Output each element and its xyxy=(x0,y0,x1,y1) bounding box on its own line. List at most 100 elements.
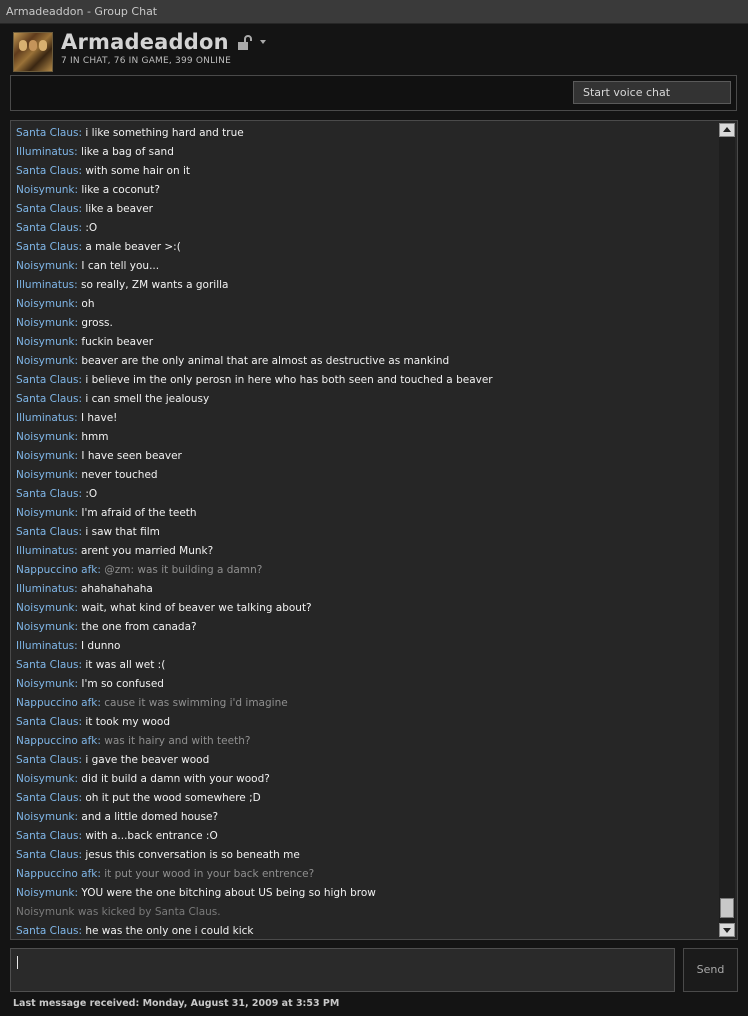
message-sender[interactable]: Santa Claus xyxy=(16,830,78,842)
message-sender[interactable]: Santa Claus xyxy=(16,792,78,804)
scrollbar-thumb[interactable] xyxy=(720,898,734,918)
message-text: was it hairy and with teeth? xyxy=(104,735,251,747)
message-sender[interactable]: Noisymunk xyxy=(16,621,75,633)
message-sender[interactable]: Nappuccino afk xyxy=(16,868,97,880)
scroll-up-arrow-icon[interactable] xyxy=(719,123,735,137)
message-text: hmm xyxy=(81,431,109,443)
chat-message: Noisymunk: wait, what kind of beaver we … xyxy=(16,599,716,618)
message-sender[interactable]: Noisymunk xyxy=(16,678,75,690)
chat-message: Santa Claus: :O xyxy=(16,485,716,504)
message-text: i saw that film xyxy=(85,526,160,538)
message-sender[interactable]: Nappuccino afk xyxy=(16,735,97,747)
chat-message: Noisymunk: I'm so confused xyxy=(16,675,716,694)
message-sender[interactable]: Noisymunk xyxy=(16,773,75,785)
chat-message: Noisymunk: the one from canada? xyxy=(16,618,716,637)
message-text: it took my wood xyxy=(85,716,170,728)
message-text: it put your wood in your back entrence? xyxy=(104,868,315,880)
sender-separator: : xyxy=(74,412,81,424)
message-sender[interactable]: Santa Claus xyxy=(16,393,78,405)
message-sender[interactable]: Santa Claus xyxy=(16,241,78,253)
message-sender[interactable]: Illuminatus xyxy=(16,412,74,424)
chat-message: Santa Claus: a male beaver >:( xyxy=(16,238,716,257)
start-voice-chat-button[interactable]: Start voice chat xyxy=(573,81,731,104)
message-sender[interactable]: Noisymunk xyxy=(16,469,75,481)
chat-message: Santa Claus: i saw that film xyxy=(16,523,716,542)
chat-message: Santa Claus: it took my wood xyxy=(16,713,716,732)
chat-message: Noisymunk: fuckin beaver xyxy=(16,333,716,352)
message-text: I dunno xyxy=(80,640,121,652)
message-text: it was all wet :( xyxy=(85,659,166,671)
message-text: and a little domed house? xyxy=(81,811,219,823)
group-name: Armadeaddon xyxy=(61,30,229,54)
message-text: I have! xyxy=(80,412,118,424)
text-caret xyxy=(17,956,18,969)
message-sender[interactable]: Illuminatus xyxy=(16,279,74,291)
message-sender[interactable]: Santa Claus xyxy=(16,716,78,728)
message-text: jesus this conversation is so beneath me xyxy=(85,849,300,861)
message-text: did it build a damn with your wood? xyxy=(81,773,270,785)
message-sender[interactable]: Noisymunk xyxy=(16,260,75,272)
message-sender[interactable]: Santa Claus xyxy=(16,203,78,215)
chat-header: Armadeaddon 7 IN CHAT, 76 IN GAME, 399 O… xyxy=(0,24,748,76)
send-button[interactable]: Send xyxy=(683,948,738,992)
message-sender[interactable]: Illuminatus xyxy=(16,583,74,595)
chat-message: Nappuccino afk: cause it was swimming i'… xyxy=(16,694,716,713)
message-sender[interactable]: Nappuccino afk xyxy=(16,564,97,576)
chat-scrollbar[interactable] xyxy=(719,123,735,937)
scroll-down-arrow-icon[interactable] xyxy=(719,923,735,937)
message-sender[interactable]: Noisymunk xyxy=(16,602,75,614)
message-input[interactable] xyxy=(10,948,675,992)
message-sender[interactable]: Santa Claus xyxy=(16,374,78,386)
sender-separator: : xyxy=(74,640,81,652)
message-text: with some hair on it xyxy=(85,165,190,177)
chat-message: Santa Claus: i believe im the only peros… xyxy=(16,371,716,390)
message-sender[interactable]: Illuminatus xyxy=(16,545,74,557)
sender-separator: : xyxy=(74,279,81,291)
chat-message: Noisymunk: hmm xyxy=(16,428,716,447)
chat-message: Illuminatus: I dunno xyxy=(16,637,716,656)
message-sender[interactable]: Noisymunk xyxy=(16,811,75,823)
message-sender[interactable]: Noisymunk xyxy=(16,184,75,196)
message-sender[interactable]: Santa Claus xyxy=(16,849,78,861)
message-sender[interactable]: Santa Claus xyxy=(16,127,78,139)
sender-separator: : xyxy=(74,545,81,557)
message-sender[interactable]: Noisymunk xyxy=(16,431,75,443)
message-sender[interactable]: Santa Claus xyxy=(16,659,78,671)
window-titlebar: Armadeaddon - Group Chat xyxy=(0,0,748,24)
chat-message: Santa Claus: he was the only one i could… xyxy=(16,922,716,941)
message-sender[interactable]: Santa Claus xyxy=(16,165,78,177)
message-text: i can smell the jealousy xyxy=(85,393,210,405)
message-text: a male beaver >:( xyxy=(85,241,181,253)
message-text: with a...back entrance :O xyxy=(85,830,218,842)
message-sender[interactable]: Santa Claus xyxy=(16,222,78,234)
message-sender[interactable]: Santa Claus xyxy=(16,925,78,937)
chat-log-panel[interactable]: Santa Claus: i like something hard and t… xyxy=(10,120,738,940)
message-sender[interactable]: Illuminatus xyxy=(16,640,74,652)
message-sender[interactable]: Noisymunk xyxy=(16,355,75,367)
message-text: I can tell you... xyxy=(81,260,160,272)
message-sender[interactable]: Santa Claus xyxy=(16,526,78,538)
chat-message: Nappuccino afk: @zm: was it building a d… xyxy=(16,561,716,580)
group-lock-dropdown[interactable] xyxy=(236,34,270,52)
message-sender[interactable]: Illuminatus xyxy=(16,146,74,158)
message-sender[interactable]: Noisymunk xyxy=(16,507,75,519)
message-sender[interactable]: Noisymunk xyxy=(16,887,75,899)
message-text: I'm afraid of the teeth xyxy=(81,507,197,519)
message-text: gross. xyxy=(81,317,113,329)
message-text: cause it was swimming i'd imagine xyxy=(104,697,288,709)
message-sender[interactable]: Noisymunk xyxy=(16,298,75,310)
chat-message: Noisymunk: YOU were the one bitching abo… xyxy=(16,884,716,903)
message-text: arent you married Munk? xyxy=(80,545,214,557)
message-sender[interactable]: Noisymunk xyxy=(16,317,75,329)
unlocked-padlock-icon xyxy=(238,35,252,50)
message-sender[interactable]: Santa Claus xyxy=(16,488,78,500)
message-text: like a beaver xyxy=(85,203,154,215)
system-message-text: Noisymunk was kicked by Santa Claus. xyxy=(16,906,221,918)
message-sender[interactable]: Santa Claus xyxy=(16,754,78,766)
message-sender[interactable]: Nappuccino afk xyxy=(16,697,97,709)
message-sender[interactable]: Noisymunk xyxy=(16,336,75,348)
message-sender[interactable]: Noisymunk xyxy=(16,450,75,462)
chat-message: Noisymunk: did it build a damn with your… xyxy=(16,770,716,789)
chat-message: Noisymunk: I have seen beaver xyxy=(16,447,716,466)
chat-message: Nappuccino afk: was it hairy and with te… xyxy=(16,732,716,751)
